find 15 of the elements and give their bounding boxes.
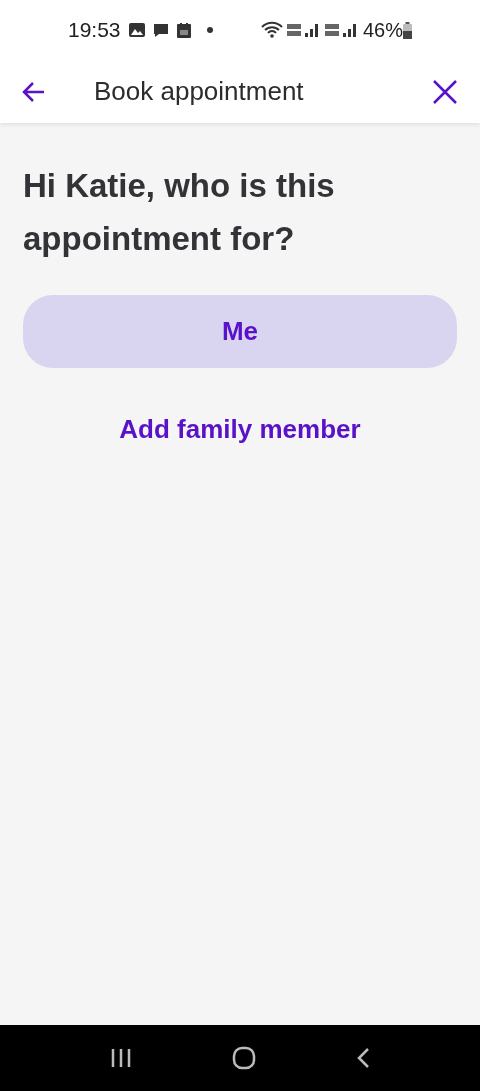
question-heading: Hi Katie, who is this appointment for? (23, 166, 336, 259)
dot-icon (206, 27, 213, 33)
add-family-member-link[interactable]: Add family member (119, 410, 361, 449)
message-icon (152, 22, 169, 38)
battery-percent: 46% (362, 18, 403, 43)
page-title: Book appointment (94, 75, 304, 108)
image-icon (128, 23, 145, 37)
calendar-icon (176, 22, 191, 38)
wifi-icon (260, 21, 283, 39)
status-time: 19:53 (68, 17, 121, 44)
battery-icon (403, 21, 412, 39)
signal-icon (324, 22, 359, 38)
me-button[interactable]: Me (23, 295, 457, 368)
signal-icon (286, 22, 321, 38)
chevron-left-icon (356, 1047, 370, 1069)
